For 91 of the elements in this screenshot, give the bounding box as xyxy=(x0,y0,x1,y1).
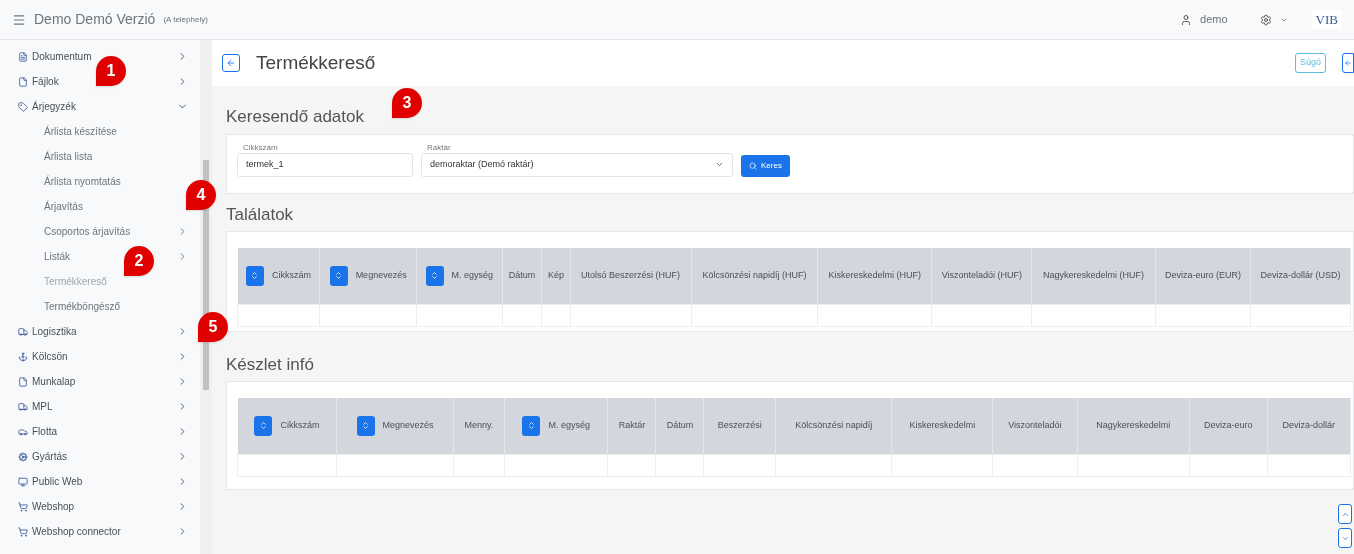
menu-item[interactable]: Munkalap xyxy=(32,374,76,389)
file-icon xyxy=(18,376,28,387)
menu-item[interactable]: Fájlok xyxy=(32,74,59,89)
car-icon xyxy=(18,426,28,437)
cart-icon xyxy=(18,526,28,537)
truck-icon xyxy=(18,326,28,337)
column-header: Kiskereskedelmi (HUF) xyxy=(817,248,932,304)
column-header: Menny. xyxy=(453,398,505,454)
arrow-left-icon xyxy=(226,58,236,68)
column-header: Utolsó Beszerzési (HUF) xyxy=(570,248,692,304)
cart-icon xyxy=(18,501,28,512)
table-cell xyxy=(607,454,656,476)
column-header: Dátum xyxy=(655,398,704,454)
menu-item[interactable]: Gyártás xyxy=(32,449,67,464)
column-header[interactable]: M. egység xyxy=(416,248,503,304)
gear-icon xyxy=(18,451,28,462)
column-header: Raktár xyxy=(607,398,656,454)
menu-icon[interactable] xyxy=(12,12,26,27)
column-header: Deviza-dollár xyxy=(1267,398,1351,454)
chevron-down-icon xyxy=(715,160,724,169)
column-header: Kölcsönzési napidíj xyxy=(775,398,892,454)
anchor-icon xyxy=(18,351,28,362)
back-button[interactable] xyxy=(222,54,240,72)
column-header[interactable]: Cikkszám xyxy=(237,248,320,304)
column-header: Deviza-euro xyxy=(1189,398,1268,454)
section-heading: Találatok xyxy=(226,203,295,226)
menu-item[interactable]: Flotta xyxy=(32,424,57,439)
menu-item[interactable]: Webshop connector xyxy=(32,524,121,539)
sort-icon[interactable] xyxy=(254,415,273,436)
sort-icon[interactable] xyxy=(522,415,541,436)
chevron-right-icon[interactable] xyxy=(177,501,188,512)
tag-icon xyxy=(18,101,28,112)
app-title: Demo Demó Verzió xyxy=(34,10,156,29)
page-title: Termékkereső xyxy=(256,50,377,75)
table-cell xyxy=(502,304,542,326)
submenu-item[interactable]: Listák xyxy=(44,249,71,264)
submenu-item[interactable]: Árlista lista xyxy=(44,149,93,164)
submenu-item[interactable]: Árlista készítése xyxy=(44,124,117,139)
sort-icon[interactable] xyxy=(329,265,348,286)
sort-icon[interactable] xyxy=(356,415,375,436)
table-cell xyxy=(453,454,505,476)
menu-item[interactable]: Webshop xyxy=(32,499,75,514)
callout-marker: 5 xyxy=(198,312,228,342)
column-header: Viszonteladói (HUF) xyxy=(931,248,1032,304)
column-header: Viszonteladói xyxy=(992,398,1078,454)
column-header: Nagykereskedelmi (HUF) xyxy=(1031,248,1156,304)
user-icon[interactable] xyxy=(1180,13,1193,26)
menu-item[interactable]: Dokumentum xyxy=(32,49,92,64)
search-button[interactable]: Keres xyxy=(741,154,790,177)
file-icon xyxy=(18,76,28,87)
column-header: Nagykereskedelmi xyxy=(1077,398,1190,454)
menu-item[interactable]: MPL xyxy=(32,399,53,414)
section-heading: Készlet infó xyxy=(226,353,315,376)
callout-marker: 4 xyxy=(186,180,216,210)
column-header: Dátum xyxy=(502,248,542,304)
site-label: (A telephely) xyxy=(163,13,208,26)
submenu-item[interactable]: Árjavítás xyxy=(44,199,83,214)
menu-item[interactable]: Public Web xyxy=(32,474,83,489)
menu-item[interactable]: Logisztika xyxy=(32,324,77,339)
submenu-item[interactable]: Termékböngésző xyxy=(44,299,121,314)
scroll-down-button[interactable] xyxy=(1338,528,1352,548)
column-header[interactable]: Cikkszám xyxy=(237,398,337,454)
section-heading: Keresendő adatok xyxy=(226,106,365,128)
column-header: Kölcsönzési napidíj (HUF) xyxy=(691,248,818,304)
search-icon xyxy=(749,161,757,170)
table-cell xyxy=(542,304,571,326)
submenu-item[interactable]: Csoportos árjavítás xyxy=(44,224,131,239)
side-toggle-button[interactable] xyxy=(1342,53,1354,73)
submenu-item[interactable]: Árlista nyomtatás xyxy=(44,174,121,189)
column-header[interactable]: M. egység xyxy=(504,398,608,454)
arrow-left-icon xyxy=(1344,59,1352,67)
document-icon xyxy=(18,51,28,62)
monitor-icon xyxy=(18,476,28,487)
column-header[interactable]: Megnevezés xyxy=(319,248,417,304)
settings-icon[interactable] xyxy=(1259,13,1272,26)
sort-icon[interactable] xyxy=(245,265,264,286)
column-header: Deviza-dollár (USD) xyxy=(1250,248,1351,304)
column-header: Kép xyxy=(542,248,571,304)
truck-icon xyxy=(18,401,28,412)
menu-item[interactable]: Árjegyzék xyxy=(32,99,76,114)
column-header: Deviza-euro (EUR) xyxy=(1155,248,1251,304)
user-name[interactable]: demo xyxy=(1200,11,1228,28)
menu-item[interactable]: Kölcsön xyxy=(32,349,68,364)
column-header: Beszerzési xyxy=(703,398,776,454)
logo[interactable]: VIB xyxy=(1311,9,1342,30)
table-cell xyxy=(655,454,704,476)
sort-icon[interactable] xyxy=(425,265,444,286)
column-header[interactable]: Megnevezés xyxy=(336,398,454,454)
callout-marker: 3 xyxy=(392,88,422,118)
column-header: Kiskereskedelmi xyxy=(892,398,993,454)
scroll-up-button[interactable] xyxy=(1338,504,1352,524)
